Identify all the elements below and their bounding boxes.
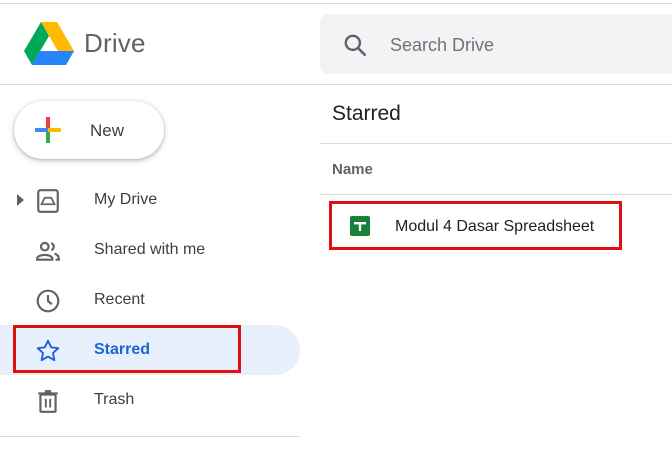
sidebar-item-label: Shared with me [94,241,206,258]
header: Drive [0,4,672,84]
sidebar-nav: My Drive Shared with me Recent Starred T… [0,175,300,425]
people-icon [36,241,60,261]
drive-app: Drive New My Drive [0,0,672,449]
google-drive-logo[interactable] [24,22,74,66]
search-bar[interactable] [320,14,672,74]
sidebar-item-my-drive[interactable]: My Drive [0,175,300,225]
expand-caret-icon[interactable] [17,194,24,206]
plus-icon [35,117,61,143]
page-title: Starred [332,102,401,125]
title-divider [320,143,672,144]
sheets-icon [350,216,370,236]
name-column-header[interactable]: Name [332,161,373,178]
file-row[interactable]: Modul 4 Dasar Spreadsheet [330,201,672,249]
header-row-divider [320,194,672,195]
sidebar-item-recent[interactable]: Recent [0,275,300,325]
clock-icon [36,289,60,313]
sidebar-item-shared-with-me[interactable]: Shared with me [0,225,300,275]
new-button-label: New [90,121,125,140]
sidebar-item-trash[interactable]: Trash [0,375,300,425]
search-icon[interactable] [342,32,368,58]
sidebar-item-label: Recent [94,291,145,308]
sidebar-item-starred[interactable]: Starred [0,325,300,375]
sidebar-divider [0,436,300,437]
header-divider [0,84,672,85]
trash-icon [38,390,58,413]
sidebar-item-label: My Drive [94,191,158,208]
sidebar-item-label: Starred [94,341,151,358]
sidebar-item-label: Trash [94,391,135,408]
star-icon [36,339,60,362]
my-drive-icon [37,189,59,213]
file-name: Modul 4 Dasar Spreadsheet [395,218,595,235]
app-title[interactable]: Drive [84,28,146,59]
search-input[interactable] [390,33,660,57]
new-button[interactable]: New [14,101,164,159]
